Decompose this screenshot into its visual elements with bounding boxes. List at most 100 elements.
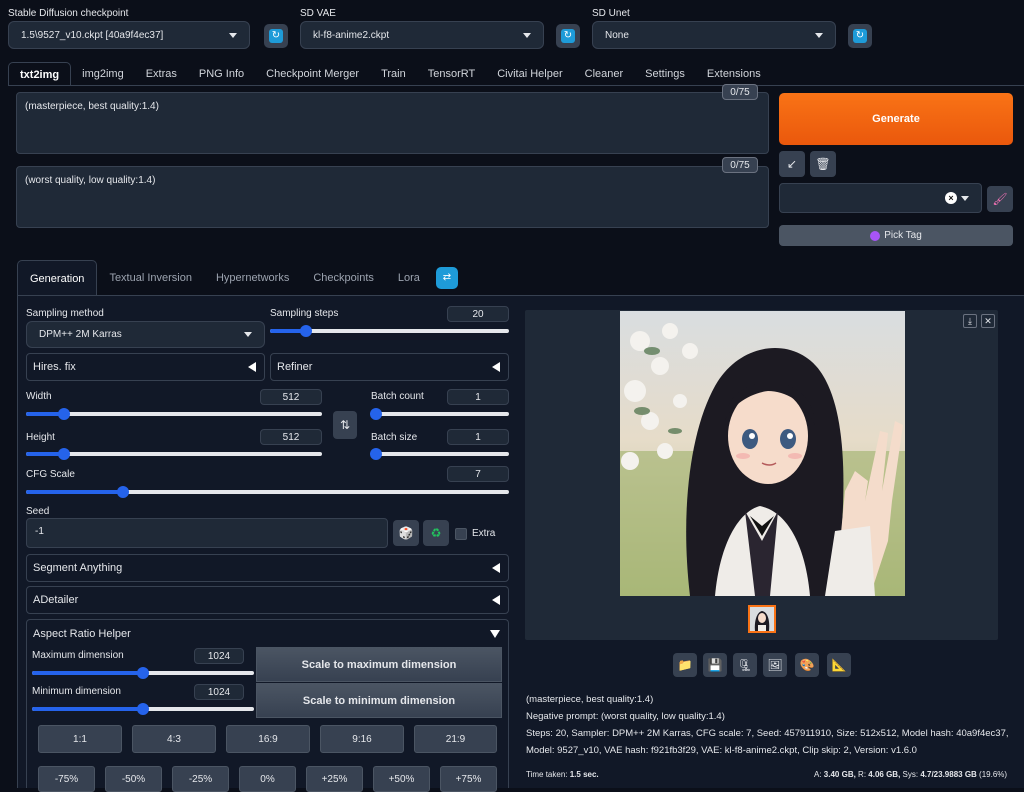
tab-checkpoint-merger[interactable]: Checkpoint Merger: [255, 62, 370, 86]
edit-styles-button[interactable]: 🖌: [987, 186, 1013, 212]
cfg-input[interactable]: 7: [447, 466, 509, 482]
sampling-steps-input[interactable]: 20: [447, 306, 509, 322]
segment-anything-accordion[interactable]: Segment Anything: [26, 554, 509, 582]
slider-thumb[interactable]: [370, 408, 382, 420]
vae-dropdown[interactable]: kl-f8-anime2.ckpt: [300, 21, 544, 49]
zip-button[interactable]: 🗜: [733, 653, 757, 677]
negative-prompt-input[interactable]: (worst quality, low quality:1.4): [16, 166, 769, 228]
slider-thumb[interactable]: [137, 667, 149, 679]
tab-tensorrt[interactable]: TensorRT: [417, 62, 486, 86]
ratio-button[interactable]: 16:9: [226, 725, 310, 753]
download-button[interactable]: ⤓: [963, 314, 977, 328]
tab-textual-inversion[interactable]: Textual Inversion: [97, 260, 204, 296]
width-slider[interactable]: [26, 408, 322, 420]
ratio-button[interactable]: 1:1: [38, 725, 122, 753]
unet-dropdown[interactable]: None: [592, 21, 836, 49]
refresh-checkpoint-button[interactable]: ↻: [264, 24, 288, 48]
chevron-down-icon: [815, 32, 823, 38]
aspect-ratio-accordion[interactable]: Aspect Ratio Helper: [26, 619, 509, 647]
tab-checkpoints[interactable]: Checkpoints: [301, 260, 386, 296]
refiner-accordion[interactable]: Refiner: [270, 353, 509, 381]
thumbnail[interactable]: [748, 605, 776, 633]
sampling-method-dropdown[interactable]: DPM++ 2M Karras: [26, 321, 265, 348]
tab-civitai-helper[interactable]: Civitai Helper: [486, 62, 573, 86]
checkpoint-dropdown[interactable]: 1.5\9527_v10.ckpt [40a9f4ec37]: [8, 21, 250, 49]
info-params-2: Model: 9527_v10, VAE hash: f921fb3f29, V…: [526, 745, 917, 756]
refresh-vae-button[interactable]: ↻: [556, 24, 580, 48]
percent-button[interactable]: +25%: [306, 766, 363, 792]
tab-txt2img[interactable]: txt2img: [8, 62, 72, 86]
refresh-unet-button[interactable]: ↻: [848, 24, 872, 48]
slider-thumb[interactable]: [370, 448, 382, 460]
close-button[interactable]: ✕: [981, 314, 995, 328]
generated-image[interactable]: [620, 311, 905, 596]
height-slider[interactable]: [26, 448, 322, 460]
trash-button[interactable]: 🗑: [810, 151, 836, 177]
ratio-button[interactable]: 9:16: [320, 725, 404, 753]
percent-button[interactable]: +50%: [373, 766, 430, 792]
adetailer-accordion[interactable]: ADetailer: [26, 586, 509, 614]
batch-size-input[interactable]: 1: [447, 429, 509, 445]
sampling-steps-slider[interactable]: [270, 325, 509, 337]
tab-train[interactable]: Train: [370, 62, 417, 86]
tab-hypernetworks[interactable]: Hypernetworks: [204, 260, 301, 296]
send-to-inpaint-button[interactable]: 🎨: [795, 653, 819, 677]
width-input[interactable]: 512: [260, 389, 322, 405]
tab-extras[interactable]: Extras: [135, 62, 188, 86]
tab-lora[interactable]: Lora: [386, 260, 432, 296]
pick-tag-button[interactable]: Pick Tag: [779, 225, 1013, 246]
percent-button[interactable]: 0%: [239, 766, 296, 792]
tab-settings[interactable]: Settings: [634, 62, 696, 86]
percent-button[interactable]: -25%: [172, 766, 229, 792]
min-dimension-input[interactable]: 1024: [194, 684, 244, 700]
ratio-button[interactable]: 21:9: [414, 725, 497, 753]
slider-thumb[interactable]: [299, 325, 312, 337]
send-to-img2img-button[interactable]: 🖼: [763, 653, 787, 677]
seed-input[interactable]: -1: [26, 518, 388, 548]
scale-to-min-button[interactable]: Scale to minimum dimension: [256, 683, 502, 718]
random-seed-button[interactable]: 🎲: [393, 520, 419, 546]
max-dimension-input[interactable]: 1024: [194, 648, 244, 664]
unet-value: None: [605, 29, 629, 41]
refresh-networks-button[interactable]: ⇄: [435, 267, 458, 289]
hires-fix-accordion[interactable]: Hires. fix: [26, 353, 265, 381]
clear-icon[interactable]: ×: [945, 192, 957, 204]
tab-extensions[interactable]: Extensions: [696, 62, 772, 86]
reuse-seed-button[interactable]: ♻: [423, 520, 449, 546]
send-to-extras-button[interactable]: 📐: [827, 653, 851, 677]
tab-cleaner[interactable]: Cleaner: [574, 62, 635, 86]
batch-count-slider[interactable]: [370, 408, 509, 420]
prompt-input[interactable]: (masterpiece, best quality:1.4): [16, 92, 769, 154]
cfg-slider[interactable]: [26, 486, 509, 498]
vae-label: SD VAE: [300, 8, 336, 19]
tab-img2img[interactable]: img2img: [71, 62, 135, 86]
slider-thumb[interactable]: [116, 486, 129, 498]
extra-checkbox[interactable]: [455, 528, 467, 540]
min-dimension-slider[interactable]: [32, 703, 254, 715]
batch-count-input[interactable]: 1: [447, 389, 509, 405]
time-taken-value: 1.5 sec.: [569, 770, 599, 779]
tab-generation[interactable]: Generation: [17, 260, 98, 296]
height-input[interactable]: 512: [260, 429, 322, 445]
main-tabs: txt2img img2img Extras PNG Info Checkpoi…: [8, 62, 772, 86]
generate-button[interactable]: Generate: [779, 93, 1013, 145]
styles-dropdown[interactable]: ×: [779, 183, 982, 213]
swap-dimensions-button[interactable]: ⇅: [333, 411, 357, 439]
generation-info: (masterpiece, best quality:1.4) Negative…: [526, 691, 1020, 759]
scale-to-max-button[interactable]: Scale to maximum dimension: [256, 647, 502, 682]
read-params-button[interactable]: ↙: [779, 151, 805, 177]
save-button[interactable]: 💾: [703, 653, 727, 677]
ratio-button[interactable]: 4:3: [132, 725, 216, 753]
percent-button[interactable]: -50%: [105, 766, 162, 792]
slider-thumb[interactable]: [137, 703, 149, 715]
batch-size-slider[interactable]: [370, 448, 509, 460]
dice-icon: 🎲: [398, 526, 414, 540]
paintbrush-icon: 🖌: [992, 192, 1008, 206]
info-negative: Negative prompt: (worst quality, low qua…: [526, 711, 725, 722]
seed-value: -1: [35, 526, 44, 537]
tab-png-info[interactable]: PNG Info: [188, 62, 255, 86]
max-dimension-slider[interactable]: [32, 667, 254, 679]
open-folder-button[interactable]: 📁: [673, 653, 697, 677]
percent-button[interactable]: -75%: [38, 766, 95, 792]
percent-button[interactable]: +75%: [440, 766, 497, 792]
